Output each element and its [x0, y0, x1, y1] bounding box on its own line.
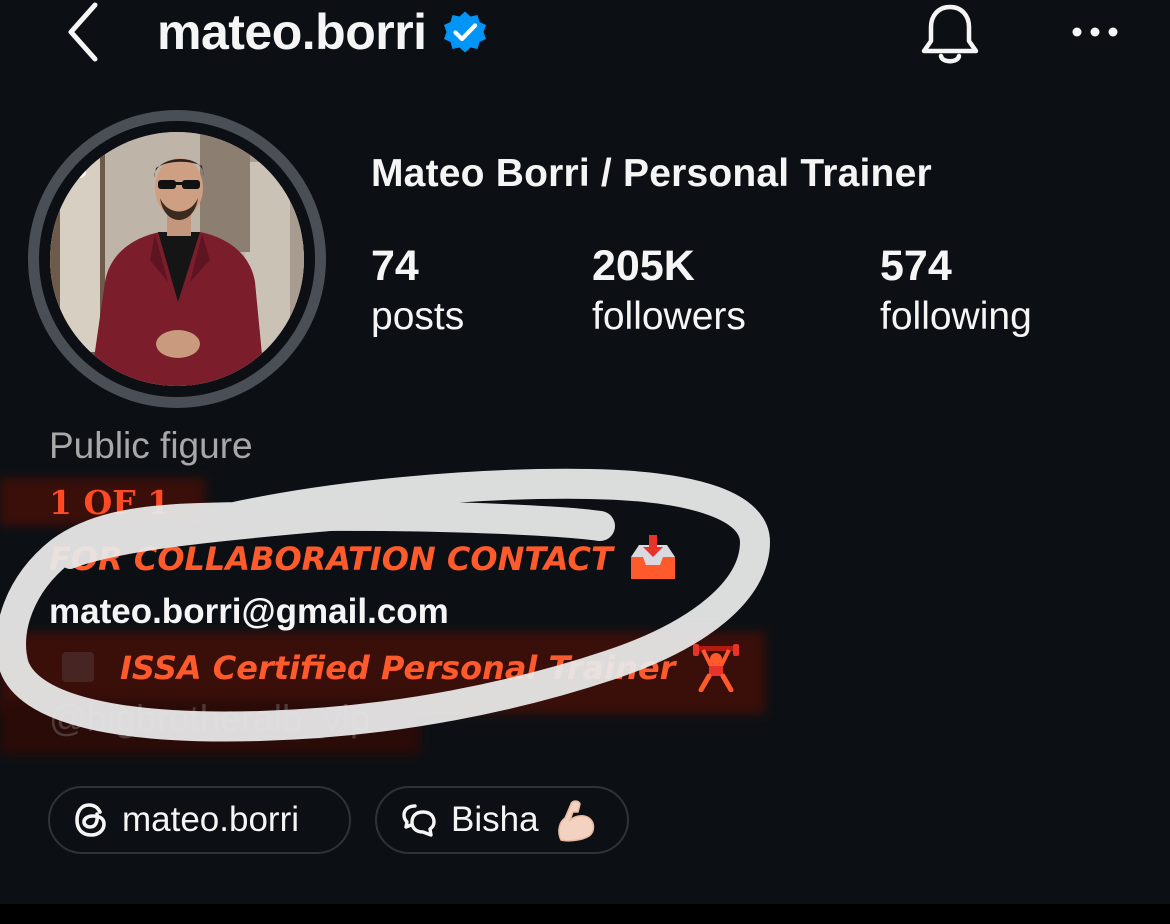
- username: mateo.borri: [157, 4, 427, 60]
- profile-photo: [50, 132, 304, 386]
- posts-count[interactable]: 74 posts: [371, 240, 464, 342]
- following-count[interactable]: 574 following: [880, 240, 1032, 342]
- stat-value: 205K: [592, 242, 695, 290]
- bottom-edge: [0, 904, 1170, 924]
- notifications-button[interactable]: [916, 0, 984, 70]
- annotation-scribble: [0, 468, 770, 742]
- flexed-biceps-icon: [557, 800, 594, 842]
- stat-label: following: [880, 295, 1032, 338]
- threads-link-chip[interactable]: mateo.borri: [48, 786, 351, 854]
- stat-label: posts: [371, 295, 465, 338]
- chevron-left-icon: [68, 2, 98, 62]
- chat-bubbles-icon: [402, 804, 436, 837]
- avatar[interactable]: [28, 110, 326, 408]
- stat-value: 574: [880, 242, 952, 290]
- more-horizontal-icon: [1072, 27, 1118, 37]
- profile-username-header: mateo.borri: [157, 2, 489, 62]
- chip-label: Bisha: [451, 800, 539, 839]
- bell-icon: [921, 4, 979, 64]
- more-options-button[interactable]: [1064, 14, 1126, 50]
- stat-value: 74: [371, 242, 419, 290]
- followers-count[interactable]: 205K followers: [592, 240, 746, 342]
- bisha-link-chip[interactable]: Bisha: [375, 786, 629, 854]
- display-name: Mateo Borri / Personal Trainer: [371, 152, 932, 195]
- threads-icon: [75, 803, 106, 837]
- chip-label: mateo.borri: [122, 800, 300, 839]
- stat-label: followers: [592, 295, 746, 338]
- back-button[interactable]: [58, 0, 108, 64]
- verified-badge-icon: [443, 11, 486, 53]
